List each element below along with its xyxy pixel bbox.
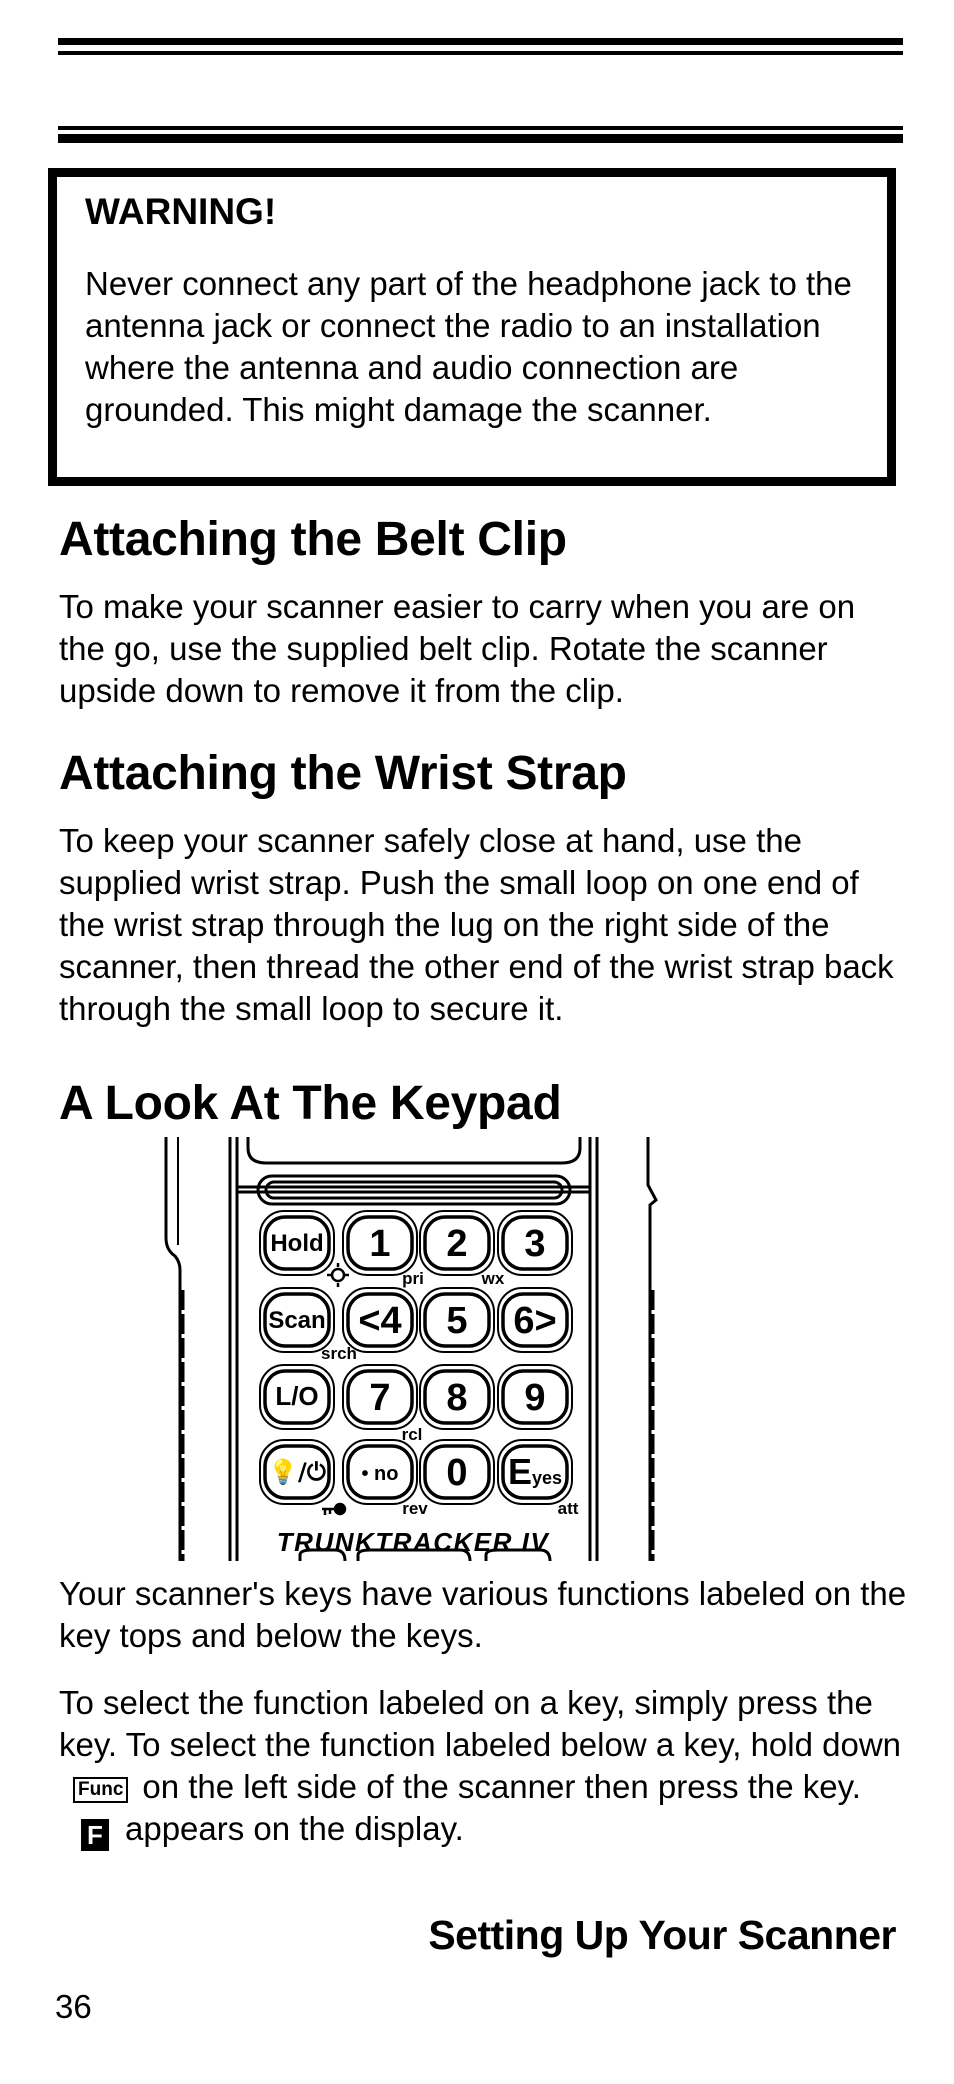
key-9[interactable]: 9 [497, 1364, 573, 1430]
sublabel-srch: srch [321, 1344, 357, 1363]
key-label: 5 [446, 1300, 467, 1342]
key-label: • no [362, 1463, 399, 1485]
key-0[interactable]: 0 [419, 1439, 495, 1505]
keys-intro-text: Your scanner's keys have various functio… [59, 1575, 907, 1654]
key-label: Hold [270, 1230, 323, 1257]
key-7[interactable]: 7 [342, 1364, 418, 1430]
key-label: L/O [275, 1381, 318, 1411]
section-title: Setting Up Your Scanner [428, 1912, 896, 1958]
key-1[interactable]: 1 [342, 1210, 418, 1276]
func-key-icon: Func [73, 1777, 129, 1803]
key-lightpower[interactable]: 💡/⏻ [259, 1439, 335, 1505]
f-display-icon: F [81, 1819, 109, 1851]
key-6[interactable]: 6> [497, 1287, 573, 1353]
key-lock-icon [322, 1502, 347, 1516]
key-5[interactable]: 5 [419, 1287, 495, 1353]
key-label: 3 [524, 1223, 545, 1265]
key-lo[interactable]: L/O [259, 1364, 335, 1430]
keypad-illustration: Hold 1 2 3 Scan <4 5 6> L/O 7 8 9 💡/⏻ • no 0 Eyes pri w… [164, 1137, 658, 1562]
key-label: 9 [524, 1377, 545, 1419]
key-label: Scan [268, 1307, 325, 1334]
key-scan[interactable]: Scan [259, 1287, 335, 1353]
sublabel-pri: pri [402, 1269, 424, 1288]
key-2[interactable]: 2 [419, 1210, 495, 1276]
key-label: 0 [446, 1452, 467, 1494]
key-label: 2 [446, 1223, 467, 1265]
key-4[interactable]: <4 [342, 1287, 418, 1353]
sublabel-wx: wx [481, 1269, 505, 1288]
function-instructions: To select the function labeled on a key,… [59, 1684, 902, 1851]
key-label: 8 [446, 1377, 467, 1419]
page-number: 36 [55, 1988, 92, 2025]
close-call-icon [327, 1263, 349, 1287]
sublabel-rev: rev [402, 1499, 428, 1518]
key-3[interactable]: 3 [497, 1210, 573, 1276]
model-name: TRUNKTRACKER IV [277, 1527, 551, 1557]
key-label: 7 [369, 1377, 390, 1419]
key-label: 6> [513, 1300, 556, 1342]
sublabel-att: att [558, 1499, 579, 1518]
key-no[interactable]: • no [342, 1439, 418, 1505]
key-eyes[interactable]: Eyes [497, 1439, 573, 1505]
key-hold[interactable]: Hold [259, 1210, 335, 1276]
key-label: <4 [358, 1300, 401, 1342]
key-label: 1 [369, 1223, 390, 1265]
key-8[interactable]: 8 [419, 1364, 495, 1430]
sublabel-rcl: rcl [402, 1425, 423, 1444]
heading-keypad: A Look At The Keypad [59, 1077, 562, 1130]
key-label: 💡/⏻ [268, 1458, 326, 1486]
